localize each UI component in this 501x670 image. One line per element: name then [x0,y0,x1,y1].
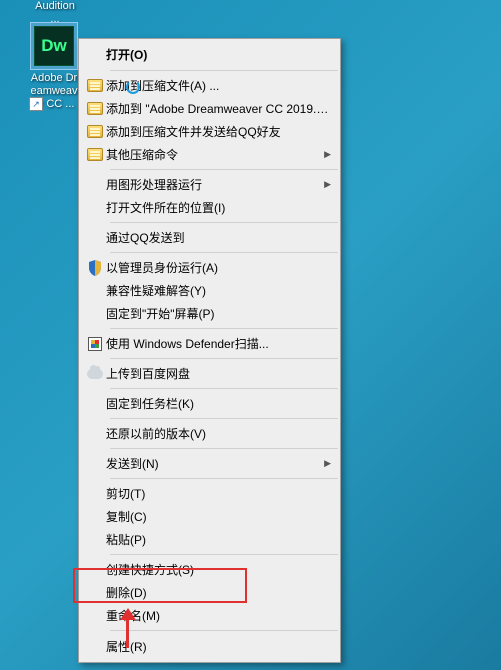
chevron-right-icon: ▶ [321,458,331,469]
menu-label: 复制(C) [106,508,331,525]
menu-label: 固定到"开始"屏幕(P) [106,305,331,322]
menu-label: 添加到 "Adobe Dreamweaver CC 2019.zip"(T) [106,100,331,117]
cloud-icon [84,365,106,383]
desktop-icon-dreamweaver[interactable]: Dw ↗ Adobe Dreamweaver CC ... [29,22,79,111]
blank-icon [84,638,106,656]
defender-icon [84,335,106,353]
chevron-right-icon: ▶ [321,179,331,190]
menu-label: 通过QQ发送到 [106,229,331,246]
menu-add-to-archive[interactable]: 添加到压缩文件(A) ... [80,74,339,97]
menu-label: 重命名(M) [106,607,331,624]
menu-label: 兼容性疑难解答(Y) [106,282,331,299]
menu-separator [110,222,338,223]
blank-icon [84,176,106,194]
menu-pin-to-start[interactable]: 固定到"开始"屏幕(P) [80,302,339,325]
blank-icon [84,46,106,64]
menu-open-file-location[interactable]: 打开文件所在的位置(I) [80,196,339,219]
menu-other-archive[interactable]: 其他压缩命令 ▶ [80,143,339,166]
menu-delete[interactable]: 删除(D) [80,581,339,604]
menu-label: 属性(R) [106,638,331,655]
menu-label: 打开(O) [106,46,331,63]
menu-separator [110,169,338,170]
blank-icon [84,229,106,247]
menu-separator [110,478,338,479]
menu-separator [110,252,338,253]
menu-separator [110,448,338,449]
archive-icon [84,146,106,164]
desktop-background: Audition ... Dw ↗ Adobe Dreamweaver CC .… [0,0,501,670]
menu-label: 以管理员身份运行(A) [106,259,331,276]
menu-label: 发送到(N) [106,455,321,472]
archive-icon [84,123,106,141]
context-menu: 打开(O) 添加到压缩文件(A) ... 添加到 "Adobe Dreamwea… [78,38,341,663]
menu-separator [110,70,338,71]
blank-icon [84,561,106,579]
menu-separator [110,630,338,631]
blank-icon [84,607,106,625]
menu-label: 创建快捷方式(S) [106,561,331,578]
menu-add-and-send-qq[interactable]: 添加到压缩文件并发送给QQ好友 [80,120,339,143]
blank-icon [84,282,106,300]
menu-label: 其他压缩命令 [106,146,321,163]
menu-open[interactable]: 打开(O) [80,42,339,67]
blank-icon [84,199,106,217]
chevron-right-icon: ▶ [321,149,331,160]
menu-paste[interactable]: 粘贴(P) [80,528,339,551]
menu-restore-previous[interactable]: 还原以前的版本(V) [80,422,339,445]
blank-icon [84,455,106,473]
menu-copy[interactable]: 复制(C) [80,505,339,528]
menu-label: 添加到压缩文件并发送给QQ好友 [106,123,331,140]
menu-label: 用图形处理器运行 [106,176,321,193]
blank-icon [84,395,106,413]
menu-qq-send[interactable]: 通过QQ发送到 [80,226,339,249]
menu-rename[interactable]: 重命名(M) [80,604,339,627]
menu-separator [110,388,338,389]
menu-label: 打开文件所在的位置(I) [106,199,331,216]
blank-icon [84,531,106,549]
archive-icon [84,77,106,95]
shortcut-overlay-icon: ↗ [29,97,43,111]
menu-label: 还原以前的版本(V) [106,425,331,442]
blank-icon [84,584,106,602]
shield-icon [84,259,106,277]
blank-icon [84,508,106,526]
menu-label: 剪切(T) [106,485,331,502]
menu-cut[interactable]: 剪切(T) [80,482,339,505]
blank-icon [84,485,106,503]
menu-separator [110,554,338,555]
menu-defender-scan[interactable]: 使用 Windows Defender扫描... [80,332,339,355]
menu-run-with-gpu[interactable]: 用图形处理器运行 ▶ [80,173,339,196]
menu-separator [110,328,338,329]
archive-icon [84,100,106,118]
menu-create-shortcut[interactable]: 创建快捷方式(S) [80,558,339,581]
busy-cursor-icon [126,80,140,94]
menu-baidu-upload[interactable]: 上传到百度网盘 [80,362,339,385]
menu-run-as-admin[interactable]: 以管理员身份运行(A) [80,256,339,279]
menu-label: 删除(D) [106,584,331,601]
menu-separator [110,358,338,359]
menu-send-to[interactable]: 发送到(N) ▶ [80,452,339,475]
menu-label: 使用 Windows Defender扫描... [106,335,331,352]
menu-label: 上传到百度网盘 [106,365,331,382]
menu-properties[interactable]: 属性(R) [80,634,339,659]
menu-label: 粘贴(P) [106,531,331,548]
dreamweaver-logo-icon: Dw [34,26,74,66]
dw-icon-container: Dw ↗ [30,22,78,70]
menu-add-to-named-archive[interactable]: 添加到 "Adobe Dreamweaver CC 2019.zip"(T) [80,97,339,120]
menu-pin-to-taskbar[interactable]: 固定到任务栏(K) [80,392,339,415]
blank-icon [84,305,106,323]
menu-separator [110,418,338,419]
blank-icon [84,425,106,443]
menu-compat-troubleshoot[interactable]: 兼容性疑难解答(Y) [80,279,339,302]
menu-label: 固定到任务栏(K) [106,395,331,412]
